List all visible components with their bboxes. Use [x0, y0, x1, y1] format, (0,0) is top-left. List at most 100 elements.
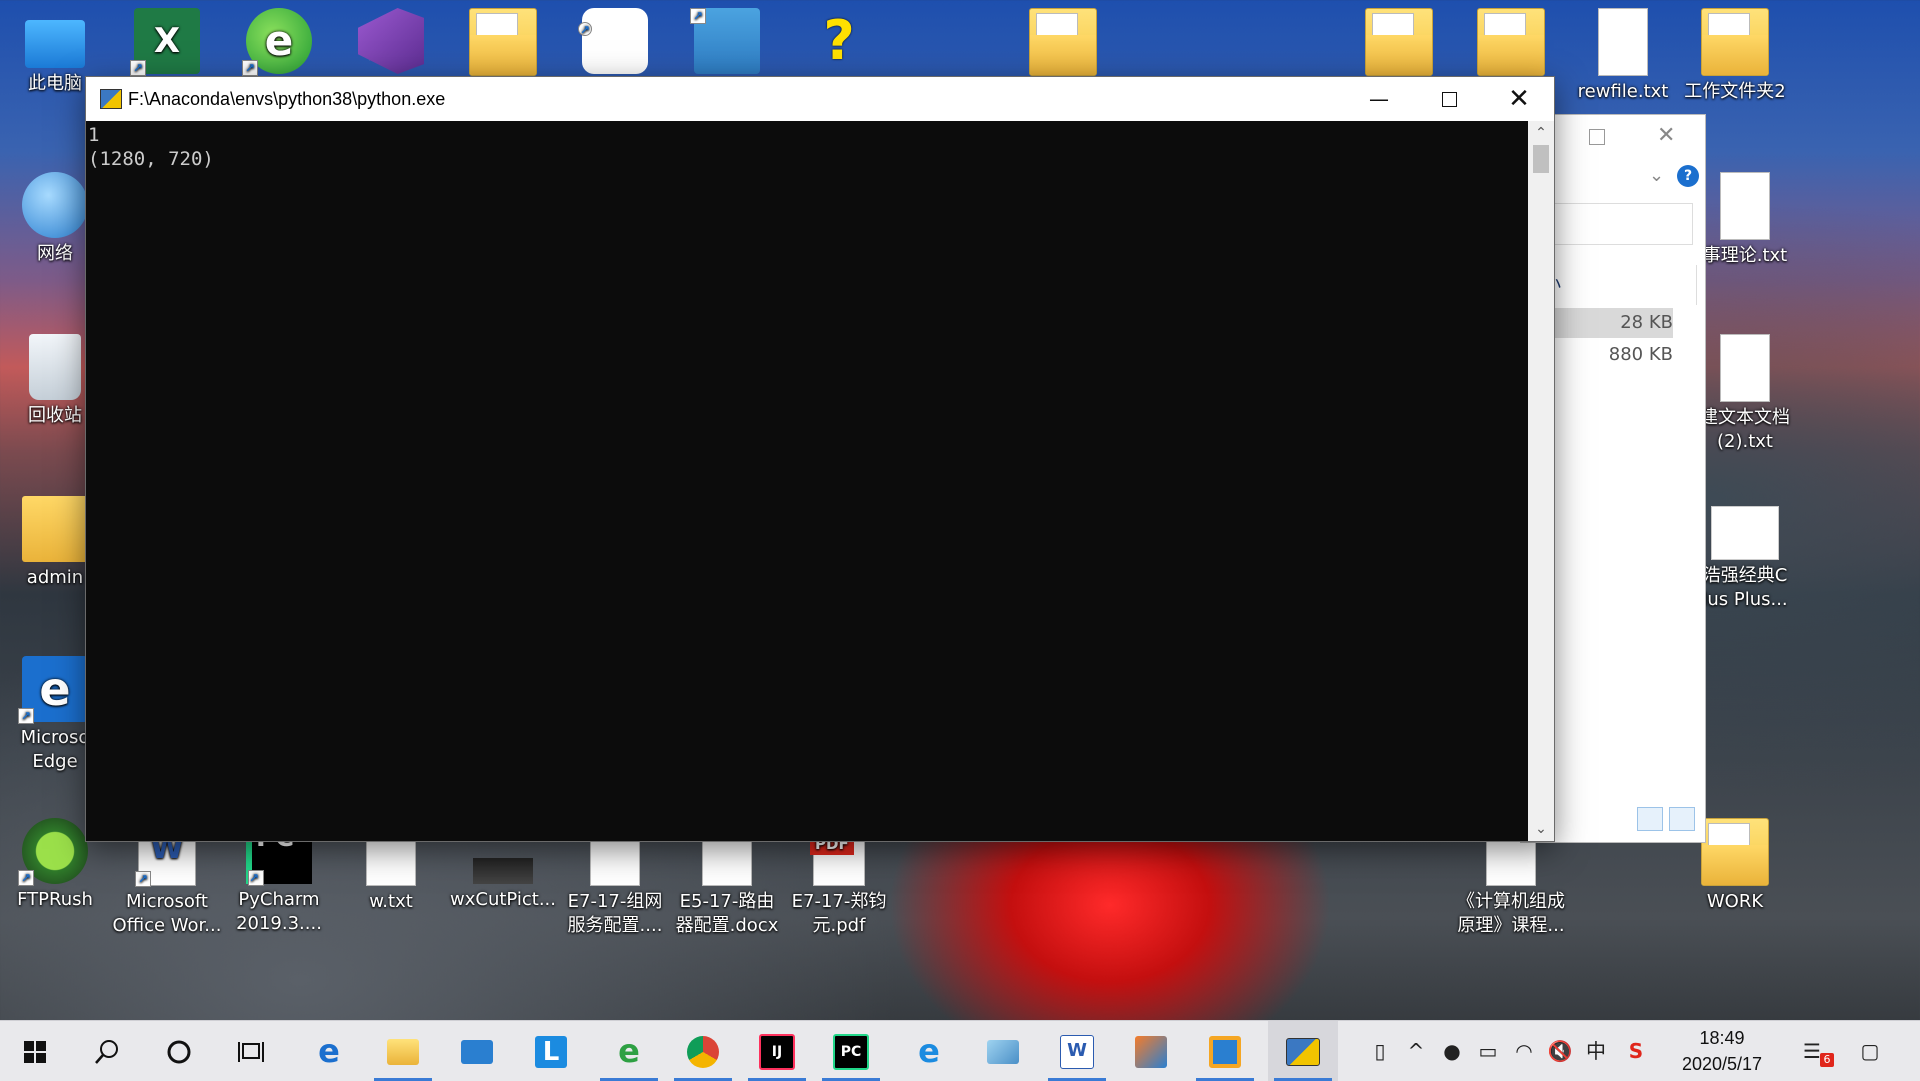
chevron-up-icon[interactable]: ^	[1398, 1021, 1434, 1081]
maximize-button[interactable]	[1414, 77, 1484, 121]
internet-explorer-icon[interactable]: e	[894, 1021, 964, 1081]
input-method-indicator[interactable]: 中	[1578, 1021, 1614, 1081]
desktop-icon-help-document[interactable]: ?	[784, 8, 894, 78]
desktop-icon-label: wxCutPict...	[450, 889, 556, 910]
desktop-icon-360-zip[interactable]	[672, 8, 782, 78]
python-console-icon[interactable]	[1268, 1021, 1338, 1081]
desktop-icon-label: w.txt	[369, 891, 413, 912]
desktop-icon-label: FTPRush	[17, 889, 93, 910]
desktop-icon-label: 器配置.docx	[675, 915, 779, 936]
desktop-icon-label: 2019.3....	[236, 913, 322, 934]
lingo-l-icon[interactable]: L	[516, 1021, 586, 1081]
details-view-icon[interactable]	[1637, 807, 1663, 831]
sogou-input-icon[interactable]: S	[1618, 1021, 1654, 1081]
folder-icon	[1029, 8, 1097, 76]
cortana-icon[interactable]	[144, 1021, 214, 1081]
network-icon	[22, 172, 88, 238]
notification-list-icon[interactable]: ☰	[1794, 1021, 1830, 1081]
desktop-icon-presentation[interactable]: 浩强经典C lus Plus...	[1690, 496, 1800, 612]
presentation-icon	[1711, 506, 1779, 560]
visual-studio-icon	[358, 8, 424, 74]
text-file-icon	[1720, 334, 1770, 402]
usb-icon[interactable]: ▯	[1362, 1021, 1398, 1081]
desktop-icon-text-file-1[interactable]: 事理论.txt	[1690, 172, 1800, 268]
desktop-icon-work-folder-2[interactable]: 工作文件夹2	[1680, 8, 1790, 104]
minimize-button[interactable]: —	[1344, 77, 1414, 121]
wxpb-icon[interactable]	[1116, 1021, 1186, 1081]
wifi-icon[interactable]: ◠	[1506, 1021, 1542, 1081]
system-clock[interactable]: 18:49 2020/5/17	[1672, 1025, 1772, 1077]
start-icon[interactable]	[0, 1021, 70, 1081]
desktop-icon-label: E7-17-组网	[567, 891, 663, 912]
scroll-down-icon[interactable]: ⌄	[1528, 817, 1554, 841]
close-button[interactable]: ✕	[1484, 77, 1554, 121]
folder-icon	[1701, 818, 1769, 886]
pycharm-icon[interactable]: PC	[816, 1021, 886, 1081]
desktop-icon-label: 建文本文档	[1700, 407, 1790, 428]
text-file-icon	[1598, 8, 1648, 76]
desktop-icon-label: 浩强经典C	[1702, 565, 1788, 586]
desktop-icon-folder-2[interactable]	[1008, 8, 1118, 80]
desktop-icon-folder-3[interactable]	[1344, 8, 1454, 80]
large-icons-view-icon[interactable]	[1669, 807, 1695, 831]
chrome-icon[interactable]	[668, 1021, 738, 1081]
clock-time: 18:49	[1699, 1028, 1745, 1048]
desktop-icon-label: 事理论.txt	[1702, 245, 1788, 266]
help-icon[interactable]: ?	[1677, 165, 1699, 187]
desktop-icon-label: 服务配置....	[567, 915, 663, 936]
intellij-icon[interactable]: IJ	[742, 1021, 812, 1081]
remote-desktop-icon[interactable]	[1190, 1021, 1260, 1081]
python-console-window[interactable]: F:\Anaconda\envs\python38\python.exe — ✕…	[86, 77, 1554, 841]
window-title: F:\Anaconda\envs\python38\python.exe	[128, 89, 446, 109]
title-bar[interactable]: F:\Anaconda\envs\python38\python.exe — ✕	[86, 77, 1554, 121]
notification-count-badge: 6	[1820, 1053, 1834, 1067]
folder-icon	[1701, 8, 1769, 76]
desktop-icon-baidu-netdisk[interactable]	[560, 8, 670, 78]
chevron-down-icon[interactable]: ⌄	[1649, 165, 1664, 186]
edge-icon: e	[18, 656, 88, 724]
scroll-up-icon[interactable]: ⌃	[1528, 121, 1554, 145]
action-center-icon[interactable]: ▢	[1852, 1021, 1888, 1081]
maximize-icon[interactable]	[1589, 129, 1605, 145]
desktop-icon-label: lus Plus...	[1702, 589, 1788, 610]
desktop-icon-label: 《计算机组成	[1457, 891, 1565, 912]
volume-mute-icon[interactable]: 🔇	[1542, 1021, 1578, 1081]
desktop-icon-label: 元.pdf	[812, 915, 866, 936]
battery-icon[interactable]: ▭	[1470, 1021, 1506, 1081]
desktop-icon-label: WORK	[1706, 891, 1764, 912]
text-file-icon	[1720, 172, 1770, 240]
desktop-icon-rewfile[interactable]: rewfile.txt	[1568, 8, 1678, 104]
ie-browser-icon[interactable]: e	[594, 1021, 664, 1081]
clock-date: 2020/5/17	[1681, 1054, 1763, 1074]
desktop-icon-label: Office Wor...	[112, 915, 222, 936]
qq-icon[interactable]: ●	[1434, 1021, 1470, 1081]
360-zip-icon	[690, 8, 760, 74]
vertical-scrollbar[interactable]: ⌃ ⌄	[1528, 121, 1554, 841]
mail-icon[interactable]	[442, 1021, 512, 1081]
desktop-icon-label: PyCharm	[238, 889, 320, 910]
console-line: 1	[88, 124, 100, 146]
edge-icon[interactable]: e	[294, 1021, 364, 1081]
desktop-icon-label: (2).txt	[1717, 431, 1773, 452]
close-icon[interactable]: ✕	[1657, 123, 1675, 148]
notepad-icon[interactable]	[968, 1021, 1038, 1081]
file-explorer-icon[interactable]	[368, 1021, 438, 1081]
python-icon	[100, 89, 122, 109]
task-view-icon[interactable]	[216, 1021, 286, 1081]
desktop-icon-label: 工作文件夹2	[1684, 81, 1786, 102]
folder-icon	[469, 8, 537, 76]
desktop-icon-folder-4[interactable]	[1456, 8, 1566, 80]
desktop-icon-visual-studio[interactable]	[336, 8, 446, 78]
desktop-icon-label: E5-17-路由	[679, 891, 775, 912]
image-thumbnail-icon	[473, 858, 533, 884]
console-output[interactable]: 1 (1280, 720)	[86, 121, 1528, 841]
desktop-icon-text-file-2[interactable]: 建文本文档 (2).txt	[1690, 334, 1800, 454]
desktop-icon-ie-browser[interactable]: e	[224, 8, 334, 78]
scrollbar-thumb[interactable]	[1533, 145, 1549, 173]
ie-browser-icon: e	[242, 8, 312, 76]
desktop-icon-folder[interactable]	[448, 8, 558, 80]
desktop-icon-excel[interactable]: X	[112, 8, 222, 78]
search-icon[interactable]	[72, 1021, 142, 1081]
ftprush-icon	[18, 818, 88, 886]
word-icon[interactable]: W	[1042, 1021, 1112, 1081]
